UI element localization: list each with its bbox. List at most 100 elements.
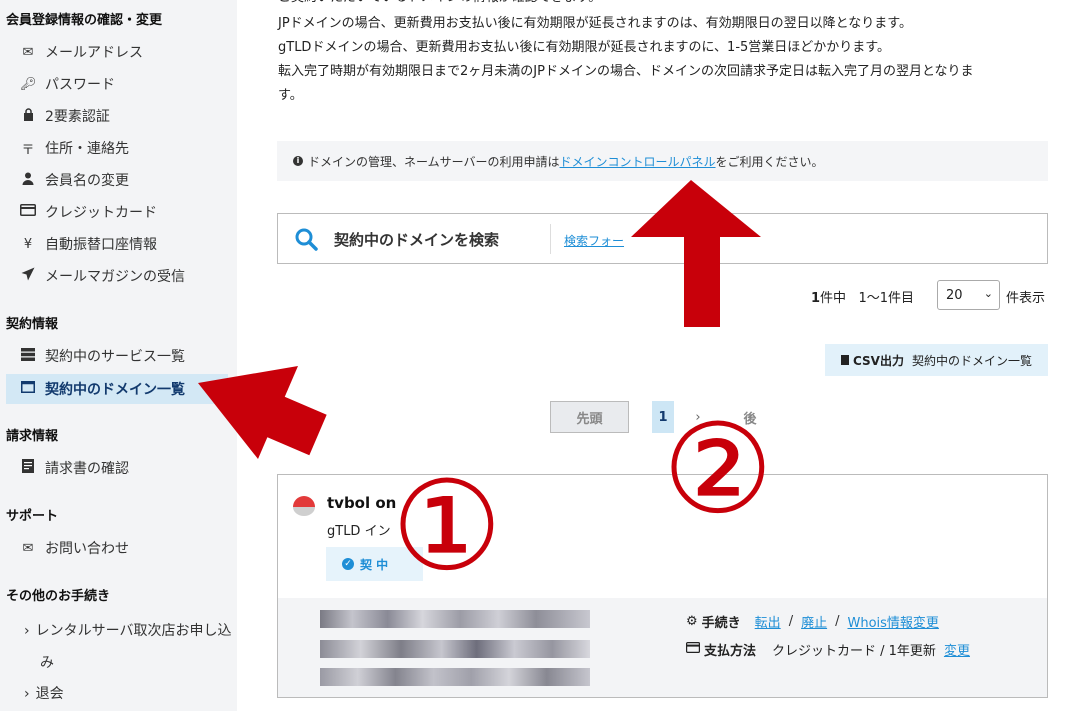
sidebar-item-label: メールアドレス <box>45 45 143 61</box>
sidebar-item-label: 2要素認証 <box>45 109 110 125</box>
procedures-row: ⚙ 手続き 転出 / 廃止 / Whois情報変更 <box>686 612 939 631</box>
sidebar-item-label: 契約中のドメイン一覧 <box>45 382 185 398</box>
user-icon <box>20 172 36 189</box>
domain-name[interactable]: tvbol on <box>327 494 396 512</box>
sidebar-item-service-list[interactable]: 契約中のサービス一覧 <box>20 343 185 369</box>
section-other: その他のお手続き <box>6 589 111 604</box>
domain-search-box[interactable]: 契約中のドメインを検索 検索フォー <box>277 213 1048 264</box>
search-title: 契約中のドメインを検索 <box>334 231 500 249</box>
status-label: 契 中 <box>360 557 389 572</box>
result-count: 1件中 1〜1件目 <box>811 287 914 306</box>
gear-icon: ⚙ <box>686 614 698 629</box>
sidebar-item-auto-debit[interactable]: ¥ 自動振替口座情報 <box>20 231 157 257</box>
search-divider <box>550 224 551 254</box>
per-page-select[interactable]: 20 ⌄ <box>937 280 1000 310</box>
sidebar-item-name-change[interactable]: 会員名の変更 <box>20 167 129 193</box>
window-icon <box>20 381 36 397</box>
payment-change-link[interactable]: 変更 <box>944 640 970 659</box>
pager-next[interactable]: › <box>686 401 710 433</box>
sidebar-item-contact[interactable]: ✉ お問い合わせ <box>20 535 129 561</box>
sidebar-item-label: お問い合わせ <box>45 541 129 557</box>
note-transfer: 転入完了時期が有効期限日まで2ヶ月未満のJPドメインの場合、ドメインの次回請求予… <box>278 64 974 79</box>
section-billing: 請求情報 <box>6 429 59 444</box>
cancel-link[interactable]: 廃止 <box>801 612 827 631</box>
file-icon <box>841 355 849 365</box>
domain-card-details: ⚙ 手続き 転出 / 廃止 / Whois情報変更 支払方法 クレジットカード … <box>278 598 1047 697</box>
section-member: 会員登録情報の確認・変更 <box>6 13 163 28</box>
chevron-down-icon: ⌄ <box>983 287 993 300</box>
redacted-info <box>320 668 590 686</box>
pager-first[interactable]: 先頭 <box>550 401 629 433</box>
domain-type: gTLD イン <box>327 524 391 539</box>
sidebar-item-reseller[interactable]: › レンタルサーバ取次店お申し込 <box>24 620 231 640</box>
whois-change-link[interactable]: Whois情報変更 <box>847 612 938 631</box>
sidebar-item-withdraw[interactable]: › 退会 <box>24 683 64 703</box>
check-circle-icon: ✓ <box>342 558 354 570</box>
sidebar-item-reseller-cont[interactable]: み <box>40 652 54 672</box>
payment-value: クレジットカード / 1年更新 <box>772 644 936 659</box>
payment-row: 支払方法 クレジットカード / 1年更新 変更 <box>686 640 970 659</box>
status-badge: ✓ 契 中 <box>326 547 423 581</box>
section-support: サポート <box>6 509 59 524</box>
sidebar-item-mail-magazine[interactable]: メールマガジンの受信 <box>20 263 185 289</box>
section-contract: 契約情報 <box>6 317 59 332</box>
mail-icon: ✉ <box>22 44 34 60</box>
info-icon: i <box>293 156 303 166</box>
sidebar-item-label: 契約中のサービス一覧 <box>45 349 185 365</box>
note-transfer-cont: す。 <box>278 88 303 103</box>
domain-logo-icon <box>291 495 317 521</box>
payment-label: 支払方法 <box>704 644 757 659</box>
sidebar-item-2fa[interactable]: 2要素認証 <box>20 103 110 129</box>
per-page-value: 20 <box>946 287 963 303</box>
csv-export-button[interactable]: CSV出力 契約中のドメイン一覧 <box>825 344 1048 376</box>
pager-page-1[interactable]: 1 <box>652 401 674 433</box>
separator: / <box>788 614 794 629</box>
sidebar-item-label: 請求書の確認 <box>45 461 129 477</box>
lock-icon <box>20 107 36 125</box>
csv-label: CSV出力 <box>853 353 904 368</box>
domain-control-panel-link[interactable]: ドメインコントロールパネル <box>560 153 716 170</box>
sidebar-item-label: 退会 <box>35 686 64 702</box>
chevron-right-icon: › <box>24 623 30 639</box>
separator: / <box>835 614 840 629</box>
key-icon: 🔑︎ <box>20 76 37 92</box>
notice-prefix: ドメインの管理、ネームサーバーの利用申請は <box>308 154 560 169</box>
total-suffix: 件中 <box>820 291 847 306</box>
postal-icon: 〒 <box>21 142 35 158</box>
sidebar-item-label: 会員名の変更 <box>45 173 129 189</box>
sidebar-item-address[interactable]: 〒 住所・連絡先 <box>20 135 129 161</box>
sidebar-item-email[interactable]: ✉ メールアドレス <box>20 39 143 65</box>
intro-text: ご契約いただいているドメインの情報が確認できます。 <box>278 0 601 10</box>
per-page-label: 件表示 <box>1006 291 1046 306</box>
redacted-info <box>320 640 590 658</box>
sidebar-item-label: 自動振替口座情報 <box>45 237 157 253</box>
result-range: 1〜1件目 <box>858 291 915 306</box>
paper-plane-icon <box>20 267 36 285</box>
sidebar-item-invoice[interactable]: 請求書の確認 <box>20 455 129 481</box>
chevron-right-icon: › <box>24 686 30 702</box>
csv-desc: 契約中のドメイン一覧 <box>911 353 1032 368</box>
sidebar-item-label: パスワード <box>45 77 115 93</box>
info-notice: i ドメインの管理、ネームサーバーの利用申請は ドメインコントロールパネル をご… <box>277 141 1048 181</box>
search-icon <box>294 227 318 255</box>
sidebar-item-password[interactable]: 🔑︎ パスワード <box>20 71 115 97</box>
credit-card-icon <box>686 642 701 657</box>
redacted-info <box>320 610 590 628</box>
sidebar-item-domain-list[interactable]: 契約中のドメイン一覧 <box>6 374 228 404</box>
sidebar: 会員登録情報の確認・変更 ✉ メールアドレス 🔑︎ パスワード 2要素認証 〒 … <box>0 0 237 711</box>
pager-last[interactable]: 後 <box>735 401 765 433</box>
transfer-out-link[interactable]: 転出 <box>755 612 781 631</box>
invoice-icon <box>20 459 36 477</box>
note-gtld: gTLDドメインの場合、更新費用お支払い後に有効期限が延長されますのに、1-5営… <box>278 40 890 55</box>
domain-card: tvbol on gTLD イン ✓ 契 中 ⚙ 手続き 転出 / 廃止 / W… <box>277 474 1048 698</box>
sidebar-item-label: 住所・連絡先 <box>45 141 129 157</box>
sidebar-item-credit-card[interactable]: クレジットカード <box>20 199 157 225</box>
yen-icon: ¥ <box>23 236 33 252</box>
notice-suffix: をご利用ください。 <box>715 154 824 169</box>
sidebar-item-label: クレジットカード <box>45 205 157 221</box>
credit-card-icon <box>20 204 36 220</box>
search-form-link[interactable]: 検索フォー <box>564 232 624 249</box>
sidebar-item-label: レンタルサーバ取次店お申し込 <box>35 623 232 639</box>
mail-icon: ✉ <box>22 540 34 556</box>
note-jp: JPドメインの場合、更新費用お支払い後に有効期限が延長されますのは、有効期限日の… <box>278 16 912 31</box>
